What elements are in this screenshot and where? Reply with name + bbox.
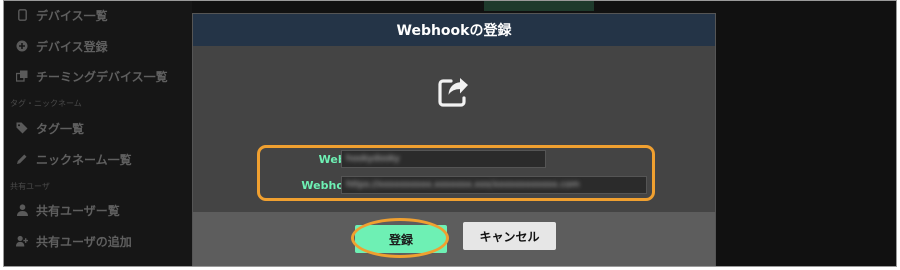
sidebar-item-teaming-device-list[interactable]: チーミングデバイス一覧: [16, 66, 168, 86]
webhook-url-input[interactable]: https://xxxxxxxxxx.xxxxxxx.xxx/xxxxxxxxx…: [341, 176, 647, 194]
clone-icon: [16, 70, 28, 82]
sidebar-item-label: デバイス一覧: [36, 8, 108, 23]
register-button[interactable]: 登録: [355, 225, 447, 253]
pencil-icon: [16, 153, 28, 165]
top-bar-accent: [484, 1, 594, 11]
sidebar-section-tag-nickname: タグ・ニックネーム: [10, 99, 82, 108]
cancel-button[interactable]: キャンセル: [463, 222, 556, 250]
sidebar-item-label: 共有ユーザの追加: [36, 234, 132, 249]
sidebar-item-label: 共有ユーザー覧: [36, 203, 120, 218]
sidebar-item-label: デバイス登録: [36, 39, 108, 54]
share-square-icon: [437, 76, 473, 108]
webhook-register-dialog: Webhookの登録 Webhook名 hookydooky Webhook U…: [192, 13, 716, 266]
app-window: デバイス一覧 デバイス登録 チーミングデバイス一覧 タグ・ニックネーム タグ一覧: [3, 0, 897, 267]
sidebar-item-shared-user-add[interactable]: 共有ユーザの追加: [16, 231, 132, 251]
sidebar-item-shared-user-list[interactable]: 共有ユーザー覧: [16, 200, 120, 220]
sidebar-item-device-register[interactable]: デバイス登録: [16, 36, 108, 56]
sidebar-item-nickname-list[interactable]: ニックネーム一覧: [16, 149, 132, 169]
tag-icon: [16, 122, 28, 134]
sidebar-item-device-list[interactable]: デバイス一覧: [16, 5, 108, 25]
webhook-name-input[interactable]: hookydooky: [341, 150, 546, 168]
sidebar-section-shared-user: 共有ユーザ: [10, 182, 50, 191]
phone-icon: [16, 9, 28, 21]
sidebar-item-tag-list[interactable]: タグ一覧: [16, 118, 84, 138]
sidebar-item-label: ニックネーム一覧: [36, 152, 132, 167]
sidebar-item-label: チーミングデバイス一覧: [36, 69, 168, 84]
dialog-title: Webhookの登録: [193, 14, 715, 46]
user-icon: [16, 204, 28, 216]
dialog-footer: 登録 キャンセル: [193, 212, 715, 266]
sidebar-item-label: タグ一覧: [36, 121, 85, 136]
plus-circle-icon: [16, 40, 28, 52]
sidebar: デバイス一覧 デバイス登録 チーミングデバイス一覧 タグ・ニックネーム タグ一覧: [4, 1, 192, 266]
user-plus-icon: [16, 235, 28, 247]
